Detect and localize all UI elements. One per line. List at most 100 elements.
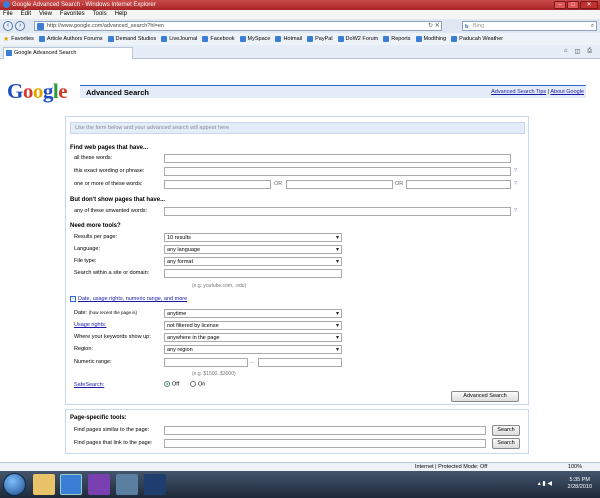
photoshop-icon[interactable] xyxy=(144,474,166,495)
window-controls: – □ ✕ xyxy=(554,1,598,9)
similar-input[interactable] xyxy=(164,426,486,435)
favorite-link[interactable]: Facebook xyxy=(202,36,235,42)
exact-phrase-input[interactable] xyxy=(164,167,511,176)
close-button[interactable]: ✕ xyxy=(580,1,598,9)
region-select[interactable]: any region xyxy=(164,345,342,354)
favorite-link[interactable]: LiveJournal xyxy=(161,36,197,42)
back-icon[interactable]: ‹ xyxy=(3,21,13,31)
favorite-link[interactable]: Hotmail xyxy=(275,36,302,42)
usage-rights-link[interactable]: Usage rights: xyxy=(74,322,106,328)
more-options-link[interactable]: Date, usage rights, numeric range, and m… xyxy=(78,296,187,302)
date-select[interactable]: anytime xyxy=(164,309,342,318)
link-label: Find pages that link to the page: xyxy=(74,440,153,446)
menu-favorites[interactable]: Favorites xyxy=(60,10,85,19)
or-word-input-2[interactable] xyxy=(286,180,393,189)
window-title-bar: Google Advanced Search - Windows Interne… xyxy=(0,0,600,10)
favorite-link[interactable]: PayPal xyxy=(307,36,333,42)
exact-phrase-label: this exact wording or phrase: xyxy=(74,168,145,174)
numeric-hint: (e.g. $1500..$3000) xyxy=(192,371,236,377)
tip-icon[interactable]: ? xyxy=(514,208,520,214)
messenger-icon[interactable] xyxy=(88,474,110,495)
menu-help[interactable]: Help xyxy=(115,10,127,19)
more-options-toggle[interactable]: − Date, usage rights, numeric range, and … xyxy=(70,296,187,302)
menu-view[interactable]: View xyxy=(39,10,52,19)
collapse-icon[interactable]: − xyxy=(70,296,76,302)
about-google-link[interactable]: About Google xyxy=(550,89,584,95)
search-box[interactable]: b Bing ⌕ xyxy=(462,21,597,31)
feeds-icon[interactable]: ◫ xyxy=(575,48,581,55)
menu-tools[interactable]: Tools xyxy=(93,10,107,19)
site-icon xyxy=(107,36,114,42)
link-input[interactable] xyxy=(164,439,486,448)
unwanted-input[interactable] xyxy=(164,207,511,216)
usage-rights-select[interactable]: not filtered by license xyxy=(164,321,342,330)
favorite-link[interactable]: MySpace xyxy=(239,36,270,42)
clock[interactable]: 5:35 PM 2/28/2010 xyxy=(568,477,592,491)
address-toolbar: ‹ › http://www.google.com/advanced_searc… xyxy=(0,19,600,33)
one-or-more-label: one or more of these words: xyxy=(74,181,143,187)
search-form-panel: Use the form below and your advanced sea… xyxy=(65,116,529,405)
home-icon[interactable]: ⌂ xyxy=(564,48,568,55)
explorer-icon[interactable] xyxy=(33,474,55,495)
link-search-button[interactable]: Search xyxy=(492,438,520,449)
tip-icon[interactable]: ? xyxy=(514,181,520,187)
menu-edit[interactable]: Edit xyxy=(21,10,31,19)
file-type-label: File type: xyxy=(74,258,97,264)
query-preview: Use the form below and your advanced sea… xyxy=(70,122,525,134)
similar-search-button[interactable]: Search xyxy=(492,425,520,436)
internet-explorer-icon[interactable] xyxy=(60,474,82,495)
favorite-link[interactable]: Article Authors Forums xyxy=(38,36,103,42)
favorite-link[interactable]: DoW2 Forum xyxy=(337,36,378,42)
language-select[interactable]: any language xyxy=(164,245,342,254)
region-label: Region: xyxy=(74,346,93,352)
zoom-level[interactable]: 100% xyxy=(568,463,582,471)
safesearch-off[interactable]: Off xyxy=(164,381,179,387)
file-type-select[interactable]: any format xyxy=(164,257,342,266)
google-logo[interactable]: Google xyxy=(7,79,68,104)
search-icon[interactable]: ⌕ xyxy=(591,22,594,31)
tab-google-advanced-search[interactable]: Google Advanced Search xyxy=(3,47,133,59)
favorite-link[interactable]: Demand Studios xyxy=(107,36,156,42)
app-icon[interactable] xyxy=(116,474,138,495)
site-input[interactable] xyxy=(164,269,342,278)
safesearch-link[interactable]: SafeSearch: xyxy=(74,382,104,388)
maximize-button[interactable]: □ xyxy=(567,1,579,9)
google-favicon xyxy=(6,50,12,56)
address-bar[interactable]: http://www.google.com/advanced_search?hl… xyxy=(34,21,442,31)
forward-icon[interactable]: › xyxy=(15,21,25,31)
all-words-label: all these words: xyxy=(74,155,113,161)
favorites-button[interactable]: ★ Favorites xyxy=(3,35,34,43)
language-label: Language: xyxy=(74,246,100,252)
or-word-input-1[interactable] xyxy=(164,180,271,189)
menu-file[interactable]: File xyxy=(3,10,13,19)
print-icon[interactable]: ⎙ xyxy=(587,48,592,55)
where-select[interactable]: anywhere in the page xyxy=(164,333,342,342)
refresh-stop-icons[interactable]: ↻ ✕ xyxy=(428,22,440,29)
favorite-link[interactable]: Modthing xyxy=(415,36,446,42)
all-words-input[interactable] xyxy=(164,154,511,163)
taskbar: ▴ ▮ ◀ 5:35 PM 2/28/2010 xyxy=(0,471,600,498)
advanced-search-button[interactable]: Advanced Search xyxy=(451,391,519,402)
minimize-button[interactable]: – xyxy=(554,1,566,9)
site-icon xyxy=(202,36,209,42)
range-to-input[interactable] xyxy=(258,358,342,367)
range-from-input[interactable] xyxy=(164,358,248,367)
tip-icon[interactable]: ? xyxy=(514,168,520,174)
site-icon xyxy=(161,36,168,42)
results-per-page-select[interactable]: 10 results xyxy=(164,233,342,242)
numeric-range-label: Numeric range: xyxy=(74,359,112,365)
system-tray-icons[interactable]: ▴ ▮ ◀ xyxy=(538,480,552,487)
radio-icon xyxy=(164,381,170,387)
advanced-search-tips-link[interactable]: Advanced Search Tips xyxy=(491,89,546,95)
favorite-link[interactable]: Reports xyxy=(383,36,411,42)
or-word-input-3[interactable] xyxy=(406,180,511,189)
results-per-page-label: Results per page: xyxy=(74,234,118,240)
favorite-link[interactable]: Paducah Weather xyxy=(451,36,503,42)
header-links: Advanced Search Tips | About Google xyxy=(491,89,584,95)
start-button[interactable] xyxy=(3,473,26,496)
or-label: OR xyxy=(274,181,283,187)
safesearch-on[interactable]: On xyxy=(190,381,205,387)
page-specific-tools-panel: Page-specific tools: Find pages similar … xyxy=(65,409,529,454)
site-icon xyxy=(307,36,314,42)
header-bar: Advanced Search Advanced Search Tips | A… xyxy=(80,85,586,98)
